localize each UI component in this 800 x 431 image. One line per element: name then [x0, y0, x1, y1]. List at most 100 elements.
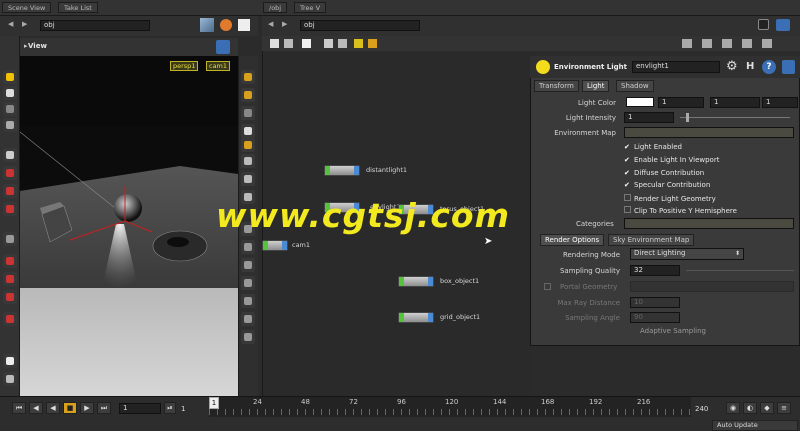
grid-view-icon[interactable]	[302, 39, 311, 48]
3d-viewport[interactable]: persp1 cam1	[20, 56, 238, 396]
step-back-button[interactable]: ◀	[29, 402, 43, 414]
node-name-field[interactable]: envlight1	[632, 61, 720, 73]
display-tool-icon-2[interactable]	[241, 88, 255, 102]
light-color-r-field[interactable]: 1	[658, 97, 704, 108]
portal-checkbox[interactable]	[544, 283, 551, 290]
pin-icon[interactable]	[758, 19, 769, 30]
display-tool-icon-5[interactable]	[241, 138, 255, 152]
timeline-ruler[interactable]: 1 24 48 72 96 120 144 168 192 216	[209, 397, 691, 417]
env-map-field[interactable]	[624, 127, 794, 138]
forward-arrow-icon[interactable]: ▶	[22, 20, 27, 28]
check-clip-to-positive-y[interactable]: Clip To Positive Y Hemisphere	[624, 206, 737, 215]
display-tool-icon-4[interactable]	[241, 124, 255, 138]
display-tool-icon-11[interactable]	[241, 258, 255, 272]
sticky-note-icon[interactable]	[354, 39, 363, 48]
back-arrow-icon[interactable]: ◀	[8, 20, 13, 28]
light-color-swatch[interactable]	[626, 97, 654, 107]
audio-icon[interactable]: ◐	[743, 402, 757, 414]
display-tool-icon-13[interactable]	[241, 294, 255, 308]
select-tool-icon[interactable]	[3, 70, 17, 84]
tab-tree-view[interactable]: Tree V	[294, 2, 327, 13]
check-specular-contribution[interactable]: ✔ Specular Contribution	[624, 181, 710, 189]
light-intensity-slider[interactable]	[680, 117, 790, 118]
light-color-b-field[interactable]: 1	[762, 97, 798, 108]
window-icon[interactable]	[238, 19, 250, 31]
viewport-tools-icon[interactable]	[216, 40, 230, 54]
sampling-quality-field[interactable]: 32	[630, 265, 680, 276]
jump-end-button[interactable]: ⏭	[97, 402, 111, 414]
list-view-icon[interactable]	[270, 39, 279, 48]
tab-sky-env-map[interactable]: Sky Environment Map	[608, 234, 695, 246]
options-icon[interactable]: ≡	[777, 402, 791, 414]
max-ray-field[interactable]: 10	[630, 297, 680, 308]
magnet-icon[interactable]	[3, 184, 17, 198]
display-tool-icon-10[interactable]	[241, 240, 255, 254]
camera-icon[interactable]	[3, 372, 17, 386]
frame-step-button[interactable]: ⏯	[164, 402, 176, 414]
check-enable-light-in-viewport[interactable]: ✔ Enable Light In Viewport	[624, 156, 719, 164]
key-set-icon[interactable]: ◆	[760, 402, 774, 414]
tab-take-list[interactable]: Take List	[58, 2, 98, 13]
display-tool-icon-3[interactable]	[241, 106, 255, 120]
display-tool-icon-1[interactable]	[241, 70, 255, 84]
param-tool-icon-1[interactable]	[682, 39, 692, 48]
check-render-light-geometry[interactable]: Render Light Geometry	[624, 194, 716, 203]
tab-render-options[interactable]: Render Options	[540, 234, 605, 246]
param-tool-icon-5[interactable]	[762, 39, 772, 48]
param-tool-icon-3[interactable]	[722, 39, 732, 48]
light-color-g-field[interactable]: 1	[710, 97, 760, 108]
back-arrow-icon[interactable]: ◀	[268, 20, 273, 28]
sampling-quality-slider[interactable]	[686, 270, 794, 271]
jump-start-button[interactable]: ⏮	[12, 402, 26, 414]
check-diffuse-contribution[interactable]: ✔ Diffuse Contribution	[624, 169, 704, 177]
tab-shadow[interactable]: Shadow	[616, 80, 654, 92]
display-tool-icon-14[interactable]	[241, 312, 255, 326]
rendering-mode-select[interactable]: Direct Lighting ⬍	[630, 248, 744, 260]
current-frame-field[interactable]: 1	[119, 403, 161, 414]
transform-tool-icon[interactable]	[3, 86, 17, 100]
sampling-angle-field[interactable]: 90	[630, 312, 680, 323]
auto-update-button[interactable]: Auto Update	[712, 420, 798, 431]
tile-view-icon[interactable]	[284, 39, 293, 48]
info-icon[interactable]	[782, 60, 795, 74]
param-tool-icon-4[interactable]	[742, 39, 752, 48]
slider-handle[interactable]	[686, 113, 689, 122]
pose-tool-icon[interactable]	[3, 118, 17, 132]
keyframe-icon[interactable]: ◉	[726, 402, 740, 414]
tab-transform[interactable]: Transform	[534, 80, 579, 92]
tab-scene-view[interactable]: Scene View	[2, 2, 52, 13]
camera-dropdown[interactable]: persp1	[170, 61, 199, 71]
shelf-red-icon-1[interactable]	[3, 254, 17, 268]
path-field-left[interactable]: obj	[40, 20, 150, 31]
view-tool-icon[interactable]	[3, 232, 17, 246]
path-field-right[interactable]: obj	[300, 20, 420, 31]
display-tool-icon-12[interactable]	[241, 276, 255, 290]
tab-obj[interactable]: /obj	[263, 2, 288, 13]
playhead[interactable]: 1	[209, 397, 219, 409]
network-box-icon[interactable]	[368, 39, 377, 48]
shelf-red-icon-3[interactable]	[3, 290, 17, 304]
sphere-icon[interactable]	[220, 19, 232, 31]
display-tool-icon-15[interactable]	[241, 330, 255, 344]
shelf-red-icon-4[interactable]	[3, 312, 17, 326]
frame-icon[interactable]	[338, 39, 347, 48]
portal-geometry-field[interactable]	[630, 281, 794, 292]
cube-icon[interactable]	[200, 18, 214, 32]
display-tool-icon-6[interactable]	[241, 154, 255, 168]
display-tool-icon-7[interactable]	[241, 172, 255, 186]
layout-icon[interactable]	[324, 39, 333, 48]
help-icon[interactable]	[776, 19, 790, 31]
render-icon[interactable]	[3, 354, 17, 368]
check-light-enabled[interactable]: ✔ Light Enabled	[624, 143, 682, 151]
h-button[interactable]: H	[746, 61, 754, 72]
play-button[interactable]: ▶	[80, 402, 94, 414]
forward-arrow-icon[interactable]: ▶	[282, 20, 287, 28]
snap-icon[interactable]	[3, 166, 17, 180]
light-intensity-field[interactable]: 1	[624, 112, 674, 123]
param-tool-icon-2[interactable]	[702, 39, 712, 48]
shelf-red-icon-2[interactable]	[3, 272, 17, 286]
tab-light[interactable]: Light	[582, 80, 610, 92]
pointer-icon[interactable]	[3, 148, 17, 162]
cam-menu-dropdown[interactable]: cam1	[206, 61, 231, 71]
gear-icon[interactable]: ⚙	[726, 59, 738, 74]
